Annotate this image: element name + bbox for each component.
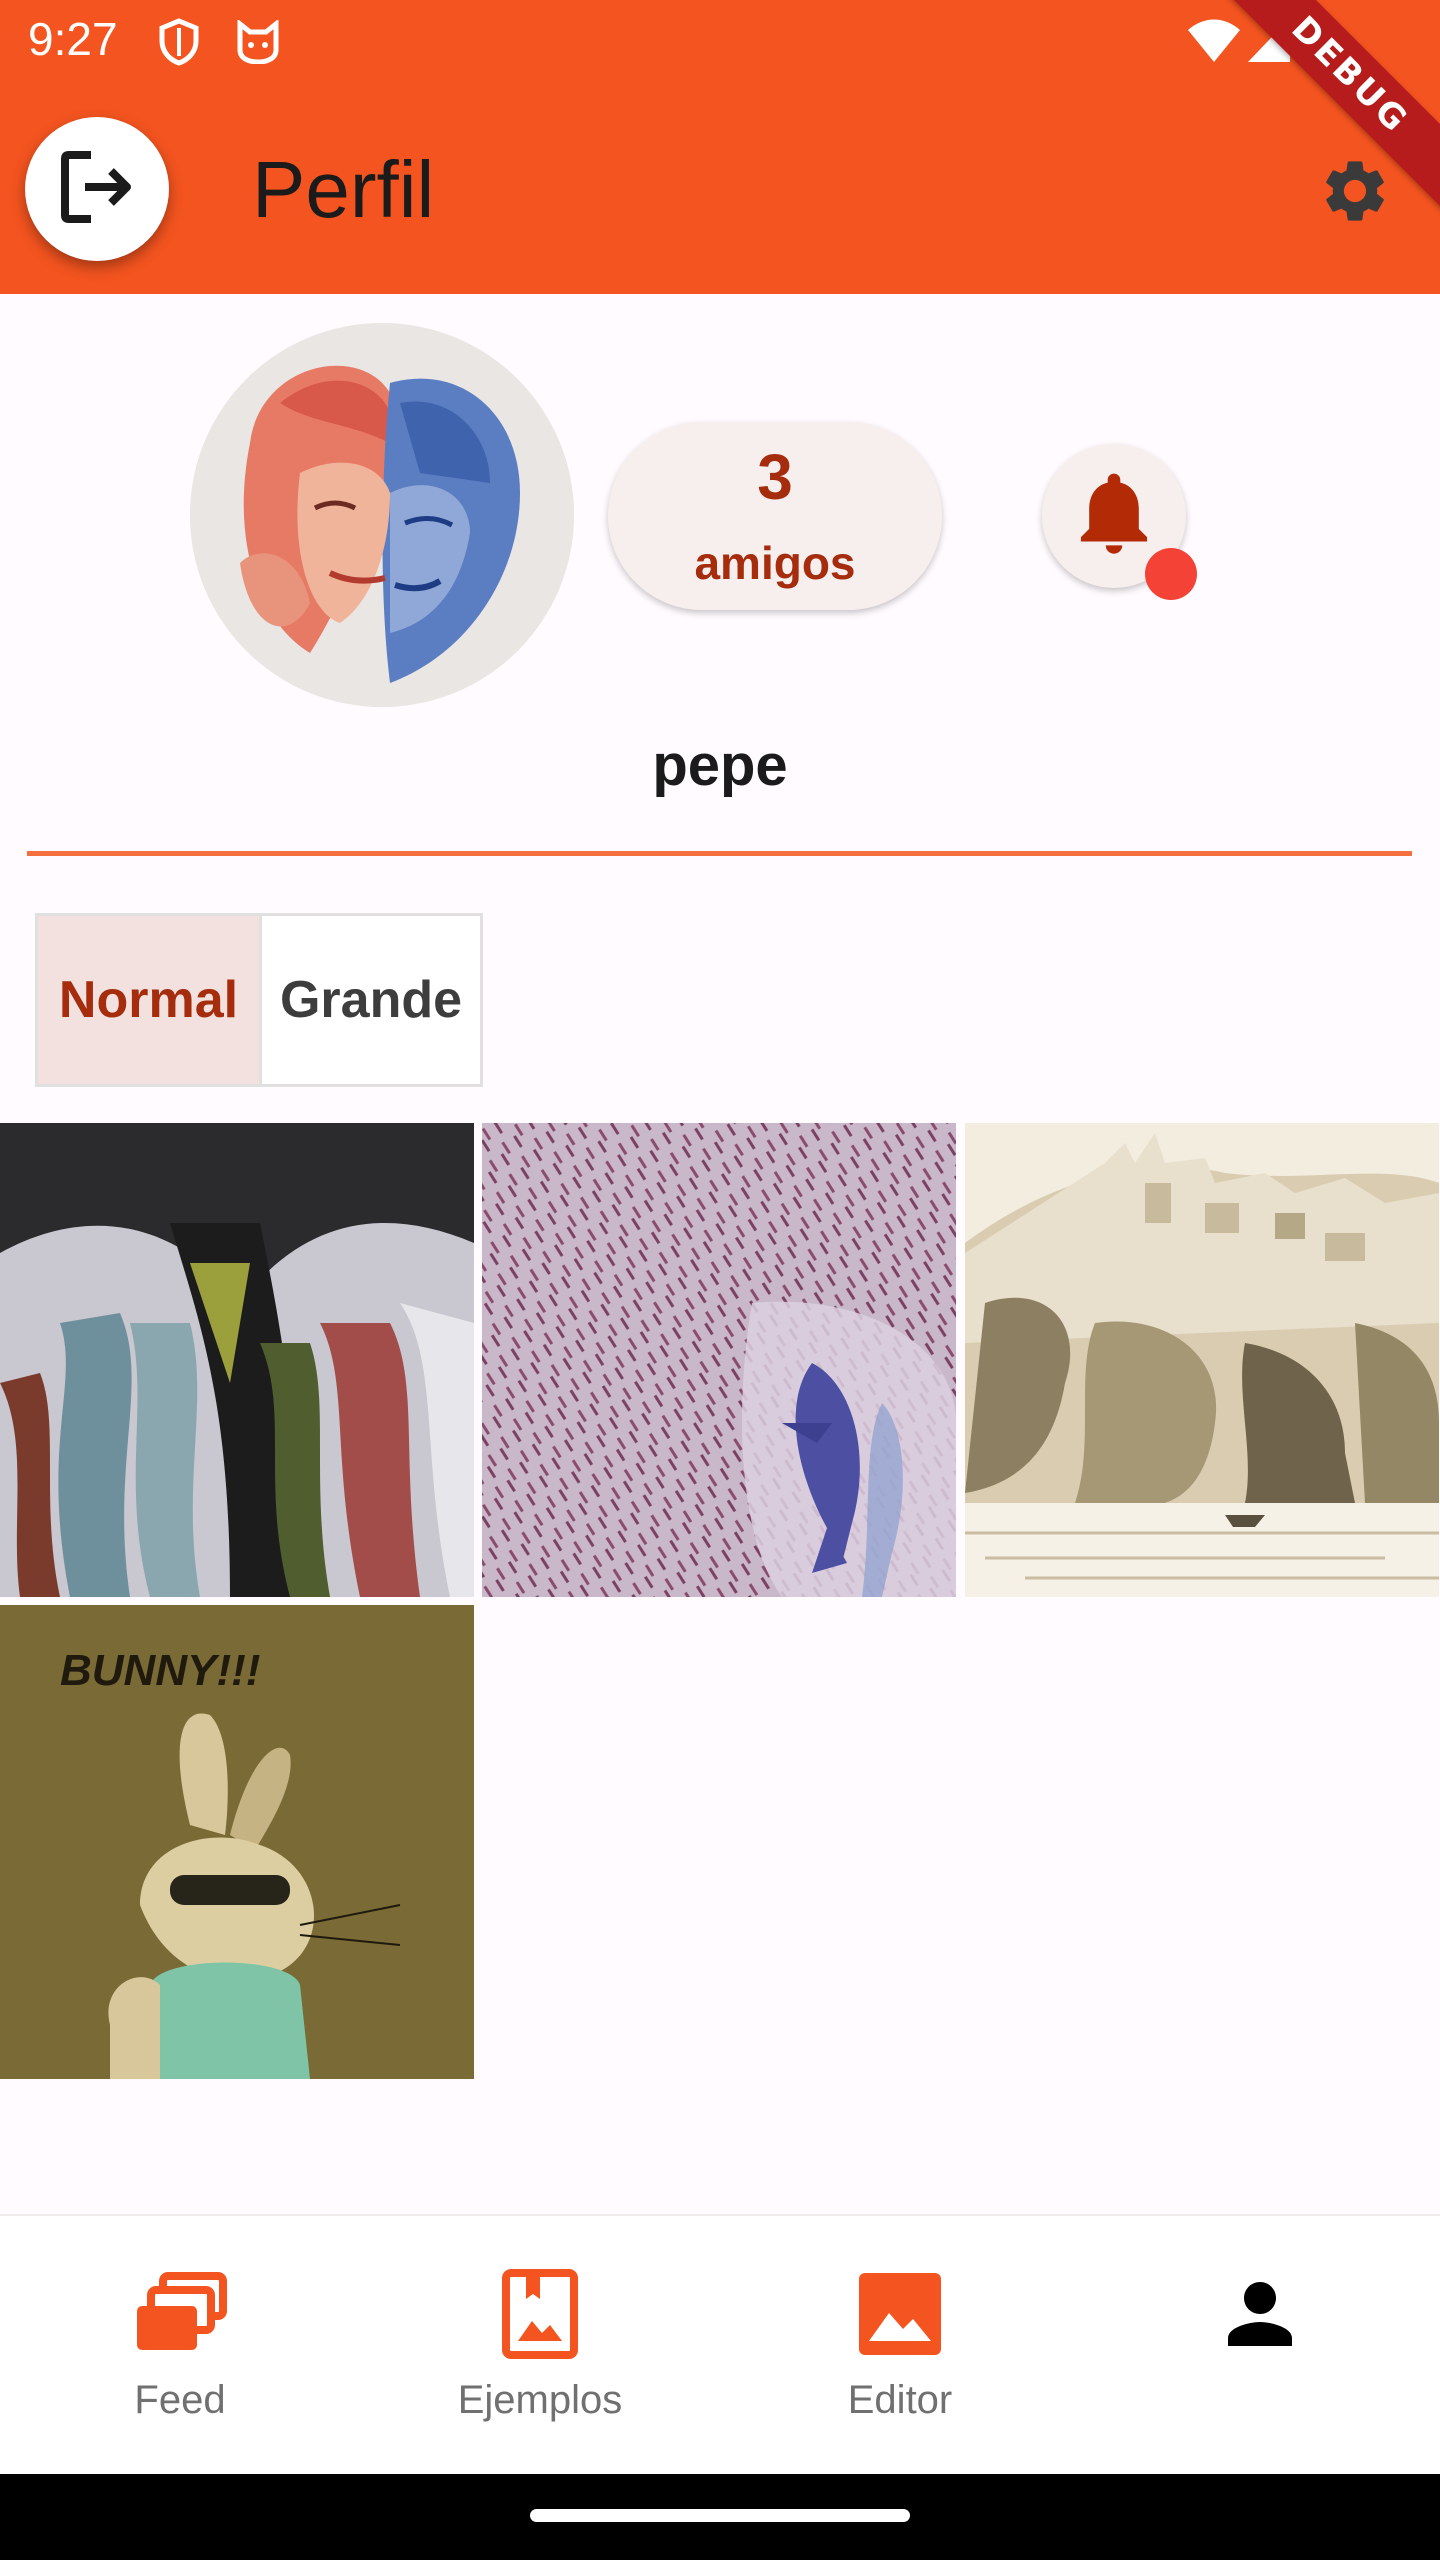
username: pepe [652,733,788,798]
bookmark-image-icon [490,2264,590,2364]
divider [27,851,1412,856]
gallery-item[interactable]: BUNNY!!! [0,1605,474,2079]
abstract-eye-painting [0,1123,474,1597]
bell-icon [1074,471,1154,562]
gear-icon [1318,154,1392,233]
nav-editor-label: Editor [847,2378,953,2422]
friends-button[interactable]: 3 amigos [608,422,942,610]
toggle-normal[interactable]: Normal [38,916,262,1084]
avatar[interactable] [190,323,574,707]
bunny-caption: BUNNY!!! [60,1646,260,1695]
logout-icon [55,145,139,234]
image-icon [850,2264,950,2364]
nav-editor[interactable]: Editor [720,2216,1080,2476]
bottom-navigation: Feed Ejemplos Editor [0,2214,1440,2476]
nav-feed[interactable]: Feed [0,2216,360,2476]
toggle-grande[interactable]: Grande [262,916,480,1084]
stack-icon [130,2264,230,2364]
cat-icon [234,18,282,69]
home-indicator[interactable] [530,2509,910,2522]
fish-watercolor [482,1123,956,1597]
bunny-illustration: BUNNY!!! [0,1605,474,2079]
view-size-toggle: Normal Grande [35,913,483,1087]
shield-icon [158,18,200,71]
settings-button[interactable] [1316,154,1394,232]
nav-ejemplos[interactable]: Ejemplos [360,2216,720,2476]
gallery-item[interactable] [0,1123,474,1597]
status-time: 9:27 [28,13,118,65]
friends-label: amigos [694,537,856,589]
notification-badge [1145,548,1197,600]
nav-feed-label: Feed [134,2378,226,2422]
logout-button[interactable] [25,117,169,261]
person-icon [1210,2264,1310,2364]
coastal-town-sketch [965,1123,1439,1597]
nav-profile[interactable] [1080,2216,1440,2476]
gallery-item[interactable] [965,1123,1439,1597]
nav-ejemplos-label: Ejemplos [457,2378,623,2422]
page-title: Perfil [252,145,435,234]
gallery-item[interactable] [482,1123,956,1597]
friends-count: 3 [757,441,793,513]
wifi-icon [1186,16,1242,69]
